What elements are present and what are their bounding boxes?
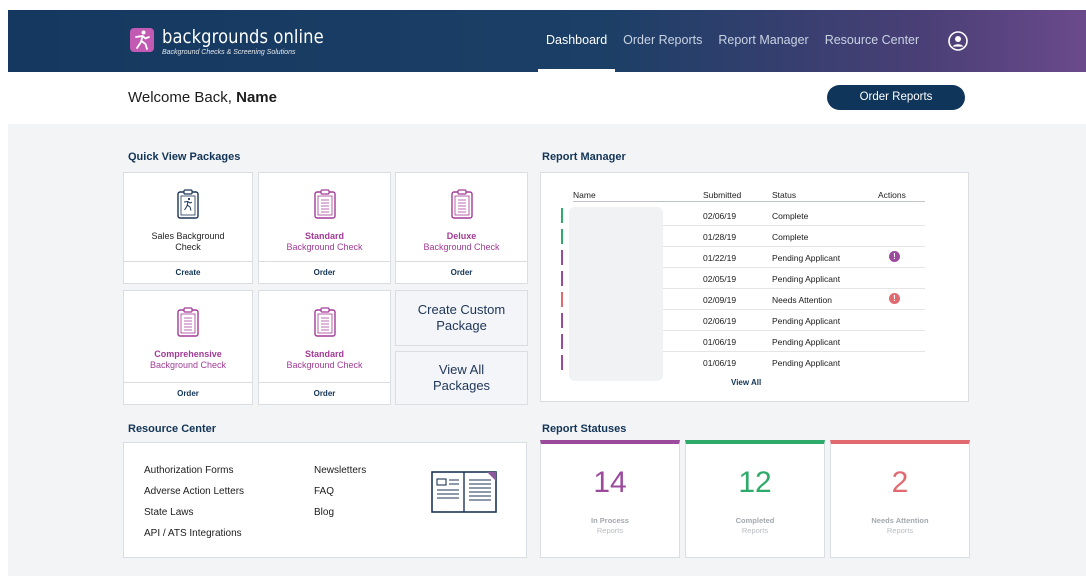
package-label: Comprehensive Background Check <box>149 349 227 370</box>
create-package-button[interactable]: Create <box>124 261 252 283</box>
package-card-deluxe[interactable]: Deluxe Background Check Order <box>395 172 528 284</box>
main-nav: Dashboard Order Reports Report Manager R… <box>538 10 927 72</box>
app-frame: backgrounds online Background Checks & S… <box>8 10 1086 576</box>
clipboard-icon <box>313 307 336 337</box>
status-label: Completed <box>735 516 775 525</box>
row-submitted: 02/09/19 <box>703 295 737 305</box>
row-submitted: 01/22/19 <box>703 253 737 263</box>
row-status: Pending Applicant <box>772 316 841 326</box>
order-package-button[interactable]: Order <box>396 261 527 283</box>
status-count: 12 <box>738 466 772 499</box>
user-avatar-icon[interactable] <box>948 31 968 51</box>
brand-name: backgrounds online <box>162 26 324 48</box>
column-header-status: Status <box>772 190 797 200</box>
welcome-greeting: Welcome Back, <box>128 89 232 106</box>
brand-logo[interactable]: backgrounds online Background Checks & S… <box>130 26 350 56</box>
column-header-actions: Actions <box>878 190 906 200</box>
row-status: Pending Applicant <box>772 253 841 263</box>
package-card-comprehensive[interactable]: Comprehensive Background Check Order <box>123 290 253 405</box>
status-label: In Process <box>591 516 629 525</box>
row-submitted: 01/28/19 <box>703 232 737 242</box>
row-status: Complete <box>772 232 809 242</box>
package-card-sales[interactable]: Sales Background Check Create <box>123 172 253 284</box>
package-card-standard[interactable]: Standard Background Check Order <box>258 172 391 284</box>
resource-link-faq[interactable]: FAQ <box>314 486 334 497</box>
package-label: Standard Background Check <box>286 231 363 252</box>
row-submitted: 01/06/19 <box>703 337 737 347</box>
alert-icon[interactable]: ! <box>889 293 900 304</box>
resource-center-title: Resource Center <box>128 423 217 435</box>
brand-tagline: Background Checks & Screening Solutions <box>162 49 296 56</box>
row-status-bar <box>561 229 563 244</box>
nav-order-reports[interactable]: Order Reports <box>615 10 710 72</box>
row-status: Pending Applicant <box>772 337 841 347</box>
resource-link-state-laws[interactable]: State Laws <box>144 507 193 518</box>
clipboard-icon <box>177 307 199 337</box>
row-status: Complete <box>772 211 809 221</box>
clipboard-icon <box>450 189 473 219</box>
table-header-divider <box>573 201 925 202</box>
quick-view-title: Quick View Packages <box>128 151 241 163</box>
row-submitted: 02/05/19 <box>703 274 737 284</box>
status-count: 2 <box>891 466 909 499</box>
welcome-message: Welcome Back, Name <box>128 89 277 106</box>
row-status-bar <box>561 292 563 307</box>
status-card-needs-attention[interactable]: 2 Needs Attention Reports <box>830 440 970 558</box>
row-submitted: 01/06/19 <box>703 358 737 368</box>
view-all-reports-link[interactable]: View All <box>731 378 761 387</box>
row-status-bar <box>561 355 563 370</box>
row-status-bar <box>561 313 563 328</box>
nav-resource-center[interactable]: Resource Center <box>817 10 928 72</box>
package-label: Sales Background Check <box>151 231 225 252</box>
report-manager-title: Report Manager <box>542 151 626 163</box>
row-status-bar <box>561 334 563 349</box>
order-package-button[interactable]: Order <box>124 382 252 404</box>
resource-link-blog[interactable]: Blog <box>314 507 334 518</box>
row-status-bar <box>561 250 563 265</box>
status-count: 14 <box>593 466 627 499</box>
open-book-icon <box>431 471 497 513</box>
column-header-submitted: Submitted <box>703 190 742 200</box>
column-header-name: Name <box>573 190 596 200</box>
nav-dashboard[interactable]: Dashboard <box>538 10 616 72</box>
package-card-standard-2[interactable]: Standard Background Check Order <box>258 290 391 405</box>
row-status-bar <box>561 271 563 286</box>
status-sublabel: Reports <box>886 526 914 535</box>
resource-link-api-ats-integrations[interactable]: API / ATS Integrations <box>144 528 242 539</box>
clipboard-icon <box>313 189 336 219</box>
resource-link-authorization-forms[interactable]: Authorization Forms <box>144 465 233 476</box>
order-package-button[interactable]: Order <box>259 261 390 283</box>
status-sublabel: Reports <box>596 526 624 535</box>
status-card-in-process[interactable]: 14 In Process Reports <box>540 440 680 558</box>
welcome-bar: Welcome Back, Name Order Reports <box>8 72 1086 124</box>
top-navigation-bar: backgrounds online Background Checks & S… <box>8 10 1086 72</box>
brand-runner-icon <box>130 28 154 52</box>
alert-icon[interactable]: ! <box>889 251 900 262</box>
resource-center-panel: Authorization Forms Adverse Action Lette… <box>123 442 527 558</box>
package-label: Deluxe Background Check <box>423 231 500 252</box>
nav-report-manager[interactable]: Report Manager <box>710 10 816 72</box>
row-submitted: 02/06/19 <box>703 211 737 221</box>
clipboard-runner-icon <box>177 189 199 219</box>
status-sublabel: Reports <box>741 526 769 535</box>
row-status: Needs Attention <box>772 295 833 305</box>
row-status-bar <box>561 208 563 223</box>
status-card-completed[interactable]: 12 Completed Reports <box>685 440 825 558</box>
create-custom-package-button[interactable]: Create Custom Package <box>395 290 528 346</box>
order-reports-button[interactable]: Order Reports <box>827 85 965 110</box>
row-status: Pending Applicant <box>772 358 841 368</box>
row-status: Pending Applicant <box>772 274 841 284</box>
order-package-button[interactable]: Order <box>259 382 390 404</box>
package-label: Standard Background Check <box>286 349 363 370</box>
redacted-names-placeholder <box>569 207 663 381</box>
view-all-packages-button[interactable]: View All Packages <box>395 351 528 405</box>
welcome-user-name: Name <box>236 89 277 106</box>
report-manager-panel: Name Submitted Status Actions 02/06/19 C… <box>540 172 969 402</box>
resource-link-adverse-action-letters[interactable]: Adverse Action Letters <box>144 486 244 497</box>
status-label: Needs Attention <box>871 516 929 525</box>
report-statuses-title: Report Statuses <box>542 423 627 435</box>
resource-link-newsletters[interactable]: Newsletters <box>314 465 366 476</box>
row-submitted: 02/06/19 <box>703 316 737 326</box>
